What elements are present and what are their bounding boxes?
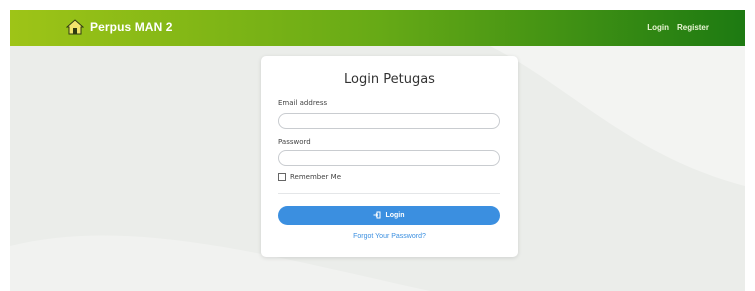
email-input[interactable]	[278, 113, 500, 129]
forgot-password-link[interactable]: Forgot Your Password?	[261, 233, 518, 240]
login-button-label: Login	[385, 212, 405, 219]
password-input[interactable]	[278, 150, 500, 166]
login-button[interactable]: Login	[278, 206, 500, 225]
page: Perpus MAN 2 Login Register Login Petuga…	[0, 0, 755, 291]
brand-name: Perpus MAN 2	[90, 20, 173, 34]
main-content: Login Petugas Email address Password Rem…	[10, 46, 745, 291]
nav-login-link[interactable]: Login	[647, 23, 669, 32]
email-label: Email address	[278, 99, 328, 107]
remember-me: Remember Me	[278, 173, 341, 181]
house-logo-icon	[65, 19, 85, 35]
card-title: Login Petugas	[344, 72, 435, 87]
divider	[278, 193, 500, 194]
login-card: Login Petugas Email address Password Rem…	[261, 56, 518, 257]
nav-links: Login Register	[647, 23, 709, 32]
brand-link[interactable]: Perpus MAN 2	[65, 19, 173, 35]
navbar: Perpus MAN 2 Login Register	[10, 10, 745, 46]
nav-register-link[interactable]: Register	[677, 23, 709, 32]
remember-checkbox[interactable]	[278, 173, 286, 181]
password-label: Password	[278, 138, 311, 146]
sign-in-icon	[373, 211, 381, 221]
remember-label: Remember Me	[290, 173, 341, 181]
